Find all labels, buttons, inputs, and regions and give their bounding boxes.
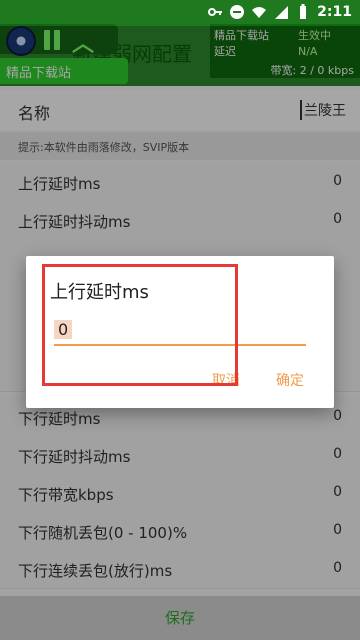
wifi-icon bbox=[251, 4, 267, 20]
minus-circle-icon bbox=[229, 4, 245, 20]
status-bar: 2:11 bbox=[0, 0, 360, 26]
key-icon bbox=[207, 4, 223, 20]
highlight-box bbox=[42, 264, 238, 386]
battery-icon bbox=[295, 4, 311, 20]
ok-button[interactable]: 确定 bbox=[276, 370, 304, 390]
status-time: 2:11 bbox=[317, 4, 352, 20]
signal-icon bbox=[273, 4, 289, 20]
status-icons: 2:11 bbox=[207, 4, 352, 20]
